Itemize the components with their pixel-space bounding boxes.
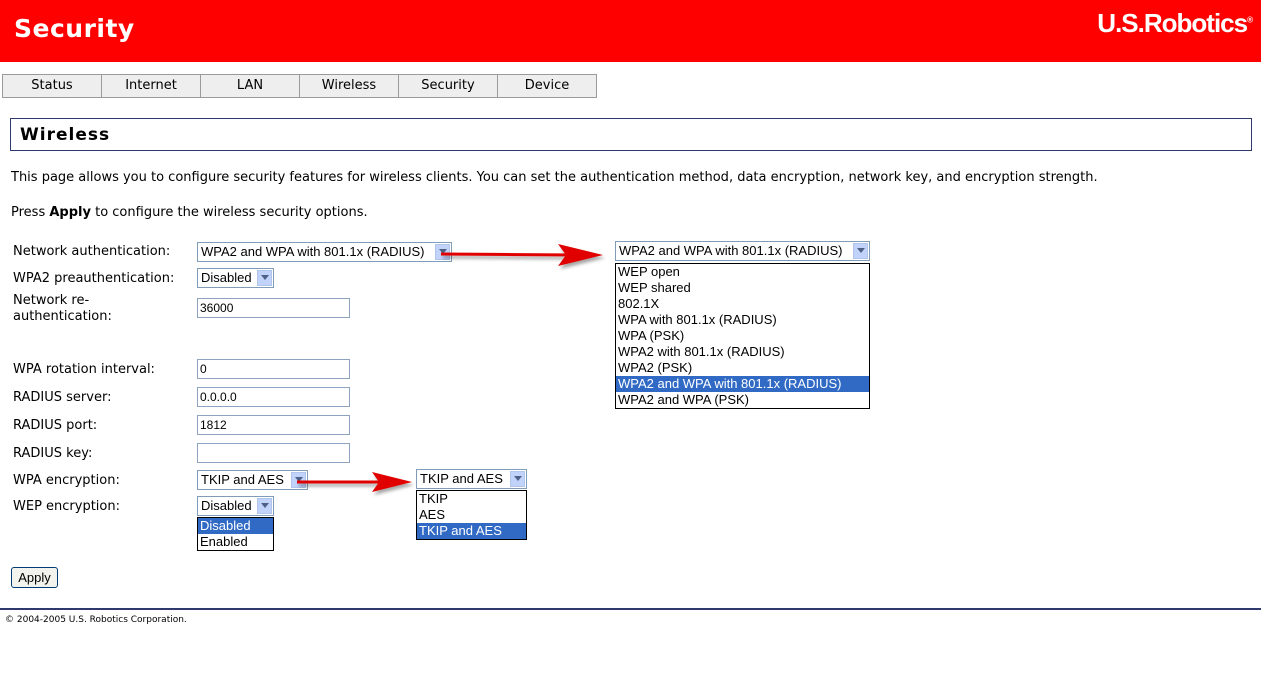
apply-button[interactable]: Apply xyxy=(11,567,58,588)
copyright: © 2004-2005 U.S. Robotics Corporation. xyxy=(5,615,187,625)
footer-divider xyxy=(0,608,1261,610)
arrow-icon xyxy=(297,472,412,492)
arrow-icon xyxy=(440,244,603,266)
callout-arrows xyxy=(297,244,603,492)
